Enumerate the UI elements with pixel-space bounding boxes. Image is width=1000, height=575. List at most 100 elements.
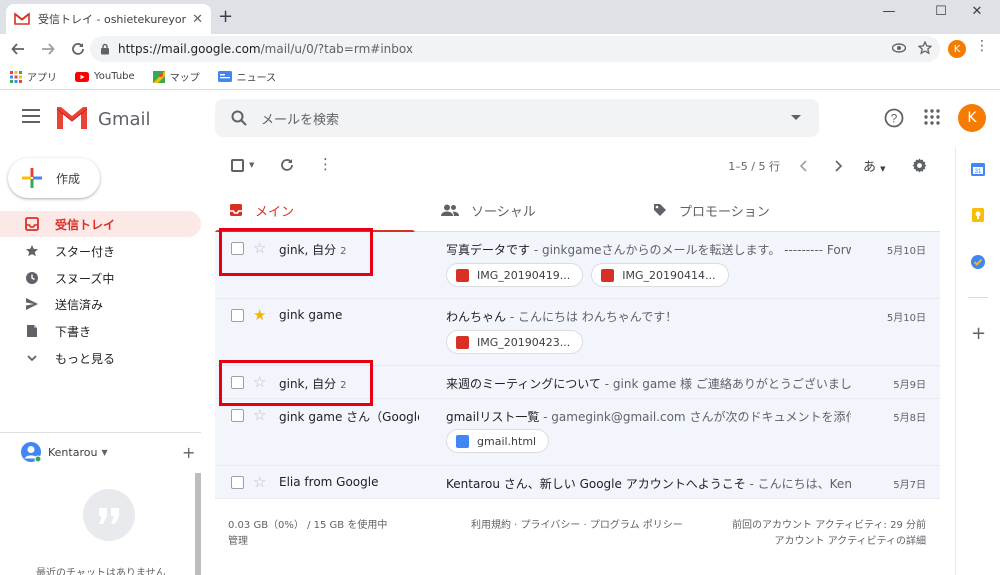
forward-button[interactable] (36, 37, 60, 61)
bookmark-news[interactable]: ニュース (217, 69, 277, 84)
message-subject: 来週のミーティングについて - gink game 様 ご連絡ありがとうございま… (446, 375, 851, 392)
sidebar-item-sent[interactable]: 送信済み (0, 291, 201, 317)
tab-promotions[interactable]: プロモーション (639, 188, 839, 232)
select-all-checkbox[interactable] (231, 159, 244, 172)
calendar-icon[interactable]: 31 (970, 161, 986, 177)
message-row[interactable]: ☆ gink game さん（Google. gmailリスト一覧 - game… (215, 399, 940, 466)
add-on-plus-icon[interactable]: + (971, 325, 986, 343)
tasks-icon[interactable] (970, 254, 986, 270)
mail-footer: 0.03 GB（0%） / 15 GB を使用中 管理 利用規約 · プライバシ… (215, 510, 940, 550)
minimize-window-button[interactable]: — (866, 0, 912, 22)
main-menu-icon[interactable] (22, 109, 40, 123)
attachment-chip[interactable]: gmail.html (446, 429, 550, 453)
star-icon (26, 245, 38, 257)
prev-page-icon[interactable] (799, 160, 809, 172)
no-chats-text: 最近のチャットはありません (36, 568, 166, 575)
sidebar-item-inbox[interactable]: 受信トレイ (0, 211, 201, 237)
browser-tab-title: 受信トレイ - oshietekureyon@gm (38, 13, 187, 26)
news-icon (217, 71, 232, 82)
row-checkbox[interactable] (231, 409, 244, 422)
attachment-chip[interactable]: IMG_20190419... (446, 263, 584, 287)
bookmark-youtube[interactable]: YouTube (75, 71, 135, 82)
sidebar-item-drafts[interactable]: 下書き (0, 318, 201, 344)
input-tools-button[interactable]: あ ▼ (863, 156, 886, 175)
youtube-icon (75, 71, 89, 82)
account-avatar[interactable]: K (958, 104, 986, 132)
browser-menu-icon[interactable]: ⋮ (975, 38, 989, 54)
send-icon (26, 298, 38, 310)
sender-text: Elia from Google (279, 475, 379, 489)
message-date: 5月10日 (886, 313, 926, 324)
policy-links[interactable]: 利用規約 · プライバシー · プログラム ポリシー (471, 516, 683, 531)
sidebar-item-snoozed[interactable]: スヌーズ中 (0, 265, 201, 291)
search-bar[interactable]: メールを検索 (215, 99, 819, 137)
tab-primary[interactable]: メイン (215, 188, 415, 233)
message-row[interactable]: ☆ Elia from Google Kentarou さん、新しい Googl… (215, 466, 940, 499)
bookmark-label: マップ (169, 73, 200, 84)
sender-text: gink game (279, 308, 343, 322)
bookmark-star-icon[interactable] (918, 41, 932, 55)
close-tab-icon[interactable]: ✕ (192, 12, 203, 27)
browser-profile-avatar[interactable]: K (948, 40, 966, 58)
search-icon[interactable] (231, 110, 247, 126)
subject-text: 写真データです (446, 243, 531, 257)
address-bar[interactable]: https://mail.google.com/mail/u/0/?tab=rm… (90, 36, 940, 62)
search-input[interactable]: メールを検索 (261, 109, 339, 128)
bookmark-label: ニュース (236, 73, 277, 84)
activity-details-link[interactable]: アカウント アクティビティの詳細 (775, 532, 926, 547)
more-actions-icon[interactable]: ⋮ (318, 155, 333, 173)
message-subject: gmailリスト一覧 - gamegink@gmail.com さんが次のドキュ… (446, 408, 851, 425)
keep-icon[interactable] (970, 207, 986, 223)
close-window-button[interactable]: ✕ (954, 0, 1000, 22)
select-dropdown-icon[interactable]: ▼ (249, 161, 254, 169)
browser-tab-strip: 受信トレイ - oshietekureyon@gm ✕ + — ☐ ✕ (0, 0, 1000, 34)
compose-button[interactable]: 作成 (8, 158, 100, 198)
plus-icon (22, 168, 42, 188)
hangouts-quote-icon (83, 489, 135, 541)
manage-storage-link[interactable]: 管理 (228, 532, 248, 547)
eye-icon[interactable] (892, 43, 906, 53)
new-tab-button[interactable]: + (218, 8, 233, 26)
chevron-down-icon (27, 355, 37, 362)
inbox-icon (25, 217, 39, 231)
highlight-box-thread-1 (219, 228, 373, 276)
attachment-chips: gmail.html (446, 429, 550, 453)
message-date: 5月8日 (893, 413, 926, 424)
star-filled-icon[interactable]: ★ (253, 308, 266, 323)
sidebar-item-more[interactable]: もっと見る (0, 345, 201, 371)
sidebar-item-starred[interactable]: スター付き (0, 238, 201, 264)
image-file-icon (601, 268, 615, 282)
highlight-box-thread-2 (219, 360, 373, 406)
help-icon[interactable]: ? (884, 108, 904, 128)
row-checkbox[interactable] (231, 476, 244, 489)
reload-button[interactable] (66, 37, 90, 61)
back-button[interactable] (6, 37, 30, 61)
attachment-chip[interactable]: IMG_20190423... (446, 330, 584, 354)
message-row[interactable]: ★ gink game わんちゃん - こんにちは わんちゃんです！ 5月10日… (215, 299, 940, 366)
attachment-chip[interactable]: IMG_20190414... (591, 263, 729, 287)
hangouts-account[interactable]: Kentarou ▼ (20, 441, 108, 463)
row-checkbox[interactable] (231, 309, 244, 322)
new-chat-button[interactable]: + (182, 443, 195, 462)
browser-tab[interactable]: 受信トレイ - oshietekureyon@gm ✕ (6, 4, 211, 34)
search-options-icon[interactable] (791, 115, 801, 120)
account-dropdown-icon[interactable]: ▼ (101, 448, 107, 457)
side-panel-rail: 31 + (955, 147, 1000, 575)
message-list-toolbar: ▼ ⋮ 1–5 / 5 行 あ ▼ (215, 150, 940, 182)
attachment-name: IMG_20190414... (622, 268, 716, 282)
star-outline-icon[interactable]: ☆ (253, 408, 266, 423)
next-page-icon[interactable] (833, 160, 843, 172)
tab-social[interactable]: ソーシャル (427, 188, 627, 232)
category-tabs: メイン ソーシャル プロモーション (215, 188, 940, 233)
bookmark-maps[interactable]: マップ (152, 69, 200, 84)
google-apps-icon[interactable] (924, 109, 940, 125)
sidebar-scrollbar[interactable] (195, 473, 201, 575)
bookmark-apps[interactable]: アプリ (10, 69, 57, 84)
settings-gear-icon[interactable] (912, 158, 927, 173)
refresh-icon[interactable] (280, 158, 294, 172)
gmail-logo-icon[interactable] (55, 105, 89, 131)
sender-name: Elia from Google (279, 475, 419, 489)
star-outline-icon[interactable]: ☆ (253, 475, 266, 490)
tag-icon (654, 204, 666, 216)
image-file-icon (456, 335, 469, 349)
